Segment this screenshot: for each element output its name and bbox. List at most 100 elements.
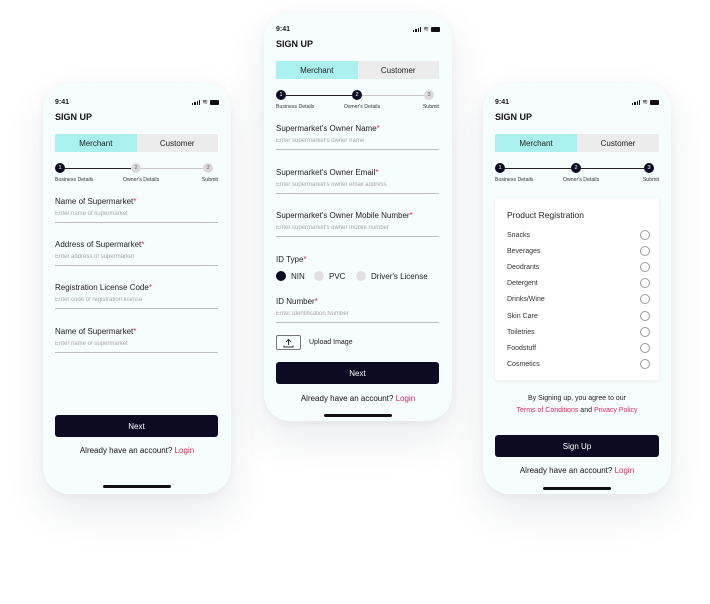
product-option-detergent[interactable]: Detergent <box>507 278 650 288</box>
terms-link[interactable]: Terms of Conditions <box>516 407 578 414</box>
id-number-field: ID Number* Enter Identification Number <box>276 297 439 323</box>
page-title: SIGN UP <box>495 112 533 122</box>
next-button[interactable]: Next <box>276 362 439 384</box>
login-link[interactable]: Login <box>175 446 195 455</box>
step-2-indicator: 2 <box>352 90 362 100</box>
id-type-option-label: NIN <box>291 271 305 281</box>
sign-up-button[interactable]: Sign Up <box>495 435 659 457</box>
step-1-indicator: 1 <box>276 90 286 100</box>
owner-email-input[interactable]: Enter supermarket's owner email address <box>276 182 439 194</box>
radio-circle-icon <box>640 278 650 288</box>
status-icons: ≋ <box>631 99 659 106</box>
product-option-toiletries[interactable]: Toiletries <box>507 327 650 337</box>
tab-merchant[interactable]: Merchant <box>276 61 358 79</box>
id-number-input[interactable]: Enter Identification Number <box>276 311 439 323</box>
next-button[interactable]: Next <box>55 415 218 437</box>
owner-name-input[interactable]: Enter supermarket's owner name <box>276 138 439 150</box>
owner-mobile-input[interactable]: Enter supermarket's owner mobile number <box>276 225 439 237</box>
id-type-option-nin[interactable]: NIN <box>276 271 305 281</box>
battery-icon <box>431 27 440 32</box>
field-label: Name of Supermarket <box>55 327 134 336</box>
step-2-indicator: 2 <box>131 163 141 173</box>
tab-merchant[interactable]: Merchant <box>495 134 577 152</box>
phone-screen-owner-details: 9:41 ≋ SIGN UP Merchant Customer 1 2 3 B… <box>264 13 452 421</box>
product-label: Snacks <box>507 231 530 239</box>
required-asterisk: * <box>133 327 137 336</box>
login-prompt: Already have an account? Login <box>43 446 231 455</box>
tab-customer[interactable]: Customer <box>136 134 218 152</box>
product-option-snacks[interactable]: Snacks <box>507 230 650 240</box>
product-option-foodstuff[interactable]: Foodstuff <box>507 343 650 353</box>
product-option-drinks-wine[interactable]: Drinks/Wine <box>507 294 650 304</box>
account-type-tabs: Merchant Customer <box>276 61 439 79</box>
product-label: Drinks/Wine <box>507 295 545 303</box>
field-label: Supermarket's Owner Name <box>276 124 377 133</box>
product-label: Foodstuff <box>507 344 537 352</box>
step-connector <box>362 95 424 96</box>
field-label: Registration License Code <box>55 283 149 292</box>
signal-icon <box>631 100 641 105</box>
step-3-label: Submit <box>422 104 439 110</box>
radio-circle-icon <box>640 327 650 337</box>
field-label: Supermarket's Owner Email <box>276 168 376 177</box>
product-label: Cosmetics <box>507 360 540 368</box>
supermarket-name-input-2[interactable]: Enter name of supermarket <box>55 341 218 353</box>
upload-image-label: Upload Image <box>309 339 353 346</box>
login-link[interactable]: Login <box>396 394 416 403</box>
product-option-beverages[interactable]: Beverages <box>507 246 650 256</box>
required-asterisk: * <box>409 211 413 220</box>
status-time: 9:41 <box>495 99 510 106</box>
required-asterisk: * <box>148 283 152 292</box>
id-type-option-drivers-license[interactable]: Driver's License <box>356 271 428 281</box>
field-label: ID Type <box>276 255 304 264</box>
radio-circle-icon <box>640 311 650 321</box>
id-type-option-label: PVC <box>329 271 346 281</box>
tab-merchant[interactable]: Merchant <box>55 134 137 152</box>
radio-unselected-icon <box>314 271 324 281</box>
product-option-deodrants[interactable]: Deodrants <box>507 262 650 272</box>
step-1-label: Business Details <box>276 104 315 110</box>
supermarket-address-input[interactable]: Enter address of supermarket <box>55 254 218 266</box>
required-asterisk: * <box>141 240 145 249</box>
progress-stepper: 1 2 3 Business Details Owner's Details S… <box>55 163 218 191</box>
supermarket-name-field-2: Name of Supermarket* Enter name of super… <box>55 327 218 353</box>
battery-icon <box>210 100 219 105</box>
product-registration-title: Product Registration <box>507 210 585 220</box>
phone-screen-submit: 9:41 ≋ SIGN UP Merchant Customer 1 2 3 B… <box>483 83 671 494</box>
id-type-option-pvc[interactable]: PVC <box>314 271 345 281</box>
status-time: 9:41 <box>55 99 70 106</box>
upload-icon <box>276 335 301 350</box>
terms-and: and <box>580 407 592 414</box>
wifi-icon: ≋ <box>202 99 208 106</box>
id-type-option-label: Driver's License <box>371 271 428 281</box>
product-label: Deodrants <box>507 263 540 271</box>
login-prompt: Already have an account? Login <box>483 466 671 475</box>
login-prompt-text: Already have an account? <box>519 466 613 475</box>
field-label: Address of Supermarket <box>55 240 142 249</box>
step-connector <box>141 168 203 169</box>
privacy-policy-link[interactable]: Privacy Policy <box>594 407 638 414</box>
login-link[interactable]: Login <box>615 466 635 475</box>
status-icons: ≋ <box>412 26 440 33</box>
signal-icon <box>412 27 422 32</box>
home-indicator <box>324 414 392 417</box>
account-type-tabs: Merchant Customer <box>495 134 659 152</box>
supermarket-name-input[interactable]: Enter name of supermarket <box>55 211 218 223</box>
tab-customer[interactable]: Customer <box>357 61 439 79</box>
step-connector <box>286 95 352 96</box>
step-connector <box>505 168 571 169</box>
phone-screen-business-details: 9:41 ≋ SIGN UP Merchant Customer 1 2 3 B… <box>43 83 231 494</box>
product-option-cosmetics[interactable]: Cosmetics <box>507 359 650 369</box>
required-asterisk: * <box>133 197 137 206</box>
step-3-indicator: 3 <box>424 90 434 100</box>
upload-image-button[interactable]: Upload Image <box>276 335 353 350</box>
field-label: ID Number <box>276 297 315 306</box>
step-2-label: Owner's Details <box>123 177 160 183</box>
product-registration-card: Product Registration Snacks Beverages De… <box>495 198 659 380</box>
product-option-skin-care[interactable]: Skin Care <box>507 311 650 321</box>
home-indicator <box>103 485 171 488</box>
tab-customer[interactable]: Customer <box>577 134 659 152</box>
field-label: Supermarket's Owner Mobile Number <box>276 211 410 220</box>
owner-name-field: Supermarket's Owner Name* Enter supermar… <box>276 124 439 150</box>
license-code-input[interactable]: Enter code of registration license <box>55 297 218 309</box>
